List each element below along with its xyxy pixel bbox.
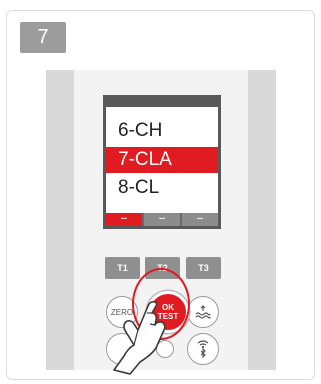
screen-tab-3[interactable]: -- [182, 213, 218, 226]
t3-key[interactable]: T3 [186, 257, 221, 279]
screen-tab-2[interactable]: -- [144, 213, 180, 226]
bluetooth-icon [200, 347, 206, 359]
t1-key[interactable]: T1 [105, 257, 140, 279]
screen-header-bar [106, 98, 218, 107]
pointing-hand-icon [113, 300, 166, 375]
menu-item-7-cla-selected[interactable]: 7-CLA [106, 147, 218, 173]
menu-item-6-ch[interactable]: 6-CH [106, 118, 218, 144]
wireless-icon [197, 340, 209, 359]
step-number-badge: 7 [20, 22, 66, 53]
device-screen: 6-CH 7-CLA 8-CL -- -- -- [103, 95, 221, 229]
wireless-bluetooth-button[interactable] [187, 333, 219, 365]
device-side-left [46, 70, 74, 370]
screen-tab-1[interactable]: -- [106, 213, 142, 226]
water-level-icon [195, 305, 211, 319]
menu-item-8-cl[interactable]: 8-CL [106, 175, 218, 201]
device-side-right [248, 70, 276, 370]
water-level-button[interactable] [187, 296, 219, 328]
screen-tab-bar: -- -- -- [106, 213, 218, 226]
